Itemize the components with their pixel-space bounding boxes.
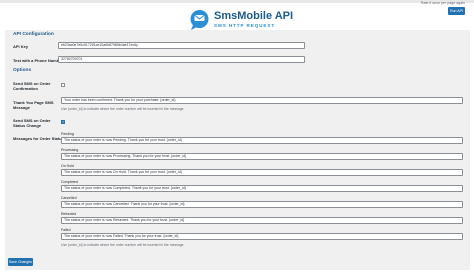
api-key-label: API Key xyxy=(13,44,29,49)
save-changes-button[interactable]: Save Changes xyxy=(8,258,33,266)
api-key-input[interactable]: eb23ac0e7e0c917291ce10a0b87989b4ae17ec6y xyxy=(58,42,305,49)
status-input-pending[interactable]: The status of your order is now Pending.… xyxy=(61,137,463,144)
status-label-processing: Processing xyxy=(61,148,79,152)
admin-top-bar xyxy=(0,0,474,3)
status-change-checkbox[interactable]: ✓ xyxy=(61,120,65,124)
status-label-pending: Pending xyxy=(61,132,74,136)
settings-page: Rate it once per page again Run API SmsM… xyxy=(0,0,474,279)
statuses-hint: Use {order_id} to indicate where the ord… xyxy=(61,243,185,247)
status-input-refunded[interactable]: The status of your order is now Refunded… xyxy=(61,217,463,224)
status-input-cancelled[interactable]: The status of your order is now Cancelle… xyxy=(61,201,463,208)
run-api-button[interactable]: Run API xyxy=(448,7,465,15)
logo-title: SmsMobile API xyxy=(214,10,294,22)
status-label-completed: Completed xyxy=(61,180,78,184)
status-label-refunded: Refunded xyxy=(61,212,77,216)
thankyou-hint: Use {order_id} to indicate where the ord… xyxy=(61,107,185,111)
status-input-on-hold[interactable]: The status of your order is now On Hold.… xyxy=(61,169,463,176)
status-label-on-hold: On Hold xyxy=(61,164,74,168)
brand-logo: SmsMobile API SMS HTTP REQUEST xyxy=(188,9,293,31)
status-input-failed[interactable]: The status of your order is now Failed. … xyxy=(61,233,463,240)
api-config-heading: API Configuration xyxy=(13,32,54,37)
status-change-label: Send SMS on Order Status Change xyxy=(13,118,51,128)
top-notice: Rate it once per page again xyxy=(420,1,465,5)
status-input-processing[interactable]: The status of your order is now Processi… xyxy=(61,153,463,160)
test-phone-input[interactable]: 32760709701 xyxy=(58,56,305,63)
send-confirm-label: Send SMS on Order Confirmation xyxy=(13,81,51,91)
thankyou-message-input[interactable]: Your order has been confirmed. Thank you… xyxy=(61,97,463,104)
settings-panel: API Configuration API Key eb23ac0e7e0c91… xyxy=(5,30,470,270)
status-label-cancelled: Cancelled xyxy=(61,196,77,200)
status-label-failed: Failed xyxy=(61,228,71,232)
status-input-completed[interactable]: The status of your order is now Complete… xyxy=(61,185,463,192)
options-heading: Options xyxy=(13,68,32,73)
chat-bubble-icon xyxy=(190,10,209,30)
thankyou-label: Thank You Page SMS Message xyxy=(13,100,54,110)
logo-subtitle: SMS HTTP REQUEST xyxy=(214,23,276,28)
send-confirm-checkbox[interactable] xyxy=(61,83,65,87)
